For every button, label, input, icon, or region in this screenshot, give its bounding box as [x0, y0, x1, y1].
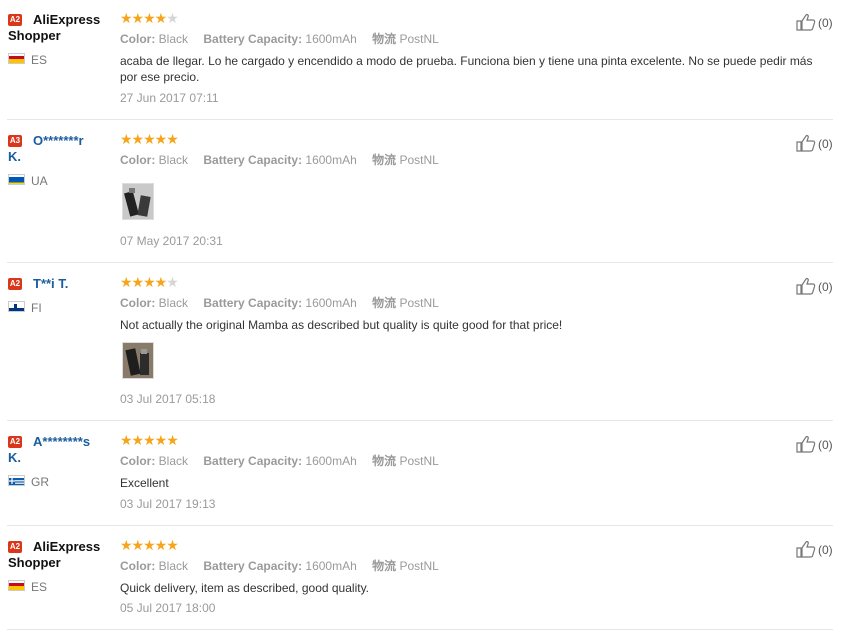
- divider: [7, 629, 833, 630]
- rating-stars: ★★★★★: [120, 10, 179, 26]
- review-date: 03 Jul 2017 05:18: [120, 392, 216, 406]
- helpful-button[interactable]: (0): [796, 134, 833, 152]
- buyer-level-badge: A2: [8, 436, 22, 448]
- buyer-level-badge: A3: [8, 135, 22, 147]
- reviewer-name[interactable]: O*******r: [33, 133, 113, 149]
- rating-stars: ★★★★★: [120, 131, 179, 147]
- reviewer-name[interactable]: A********s: [33, 434, 113, 450]
- thumbs-up-icon: [796, 14, 816, 31]
- review-date: 27 Jun 2017 07:11: [120, 91, 219, 105]
- helpful-button[interactable]: (0): [796, 277, 833, 295]
- review-date: 05 Jul 2017 18:00: [120, 601, 216, 615]
- review-text: Not actually the original Mamba as descr…: [120, 318, 563, 332]
- review-text: Excellent: [120, 476, 169, 490]
- reviewer-name[interactable]: T**i T.: [33, 276, 113, 292]
- divider: [7, 119, 833, 120]
- review-photo-thumbnail[interactable]: [122, 183, 154, 220]
- spain-flag-icon: [8, 580, 25, 591]
- reviewer-name-line2: Shopper: [8, 555, 61, 570]
- helpful-button[interactable]: (0): [796, 13, 833, 31]
- review-date: 07 May 2017 20:31: [120, 234, 223, 248]
- helpful-count: (0): [818, 280, 833, 294]
- reviewer-country: ES: [31, 53, 48, 67]
- spain-flag-icon: [8, 53, 25, 64]
- reviewer-country: GR: [31, 475, 49, 489]
- sku-attributes: Color: Black Battery Capacity: 1600mAh 物…: [120, 559, 439, 573]
- greece-flag-icon: [8, 475, 25, 486]
- reviewer-country: UA: [31, 174, 48, 188]
- helpful-count: (0): [818, 16, 833, 30]
- thumbs-up-icon: [796, 436, 816, 453]
- buyer-level-badge: A2: [8, 14, 22, 26]
- divider: [7, 420, 833, 421]
- sku-attributes: Color: Black Battery Capacity: 1600mAh 物…: [120, 153, 439, 167]
- helpful-button[interactable]: (0): [796, 540, 833, 558]
- buyer-level-badge: A2: [8, 278, 22, 290]
- rating-stars: ★★★★★: [120, 432, 179, 448]
- helpful-count: (0): [818, 137, 833, 151]
- reviewer-name-line2: Shopper: [8, 28, 61, 43]
- sku-attributes: Color: Black Battery Capacity: 1600mAh 物…: [120, 32, 439, 46]
- review-text: acaba de llegar. Lo he cargado y encendi…: [120, 54, 813, 84]
- rating-stars: ★★★★★: [120, 537, 179, 553]
- review-text: Quick delivery, item as described, good …: [120, 581, 370, 595]
- reviewer-name: AliExpress: [33, 12, 101, 27]
- helpful-count: (0): [818, 543, 833, 557]
- sku-attributes: Color: Black Battery Capacity: 1600mAh 物…: [120, 296, 439, 310]
- thumbs-up-icon: [796, 541, 816, 558]
- review-photo-thumbnail[interactable]: [122, 342, 154, 379]
- rating-stars: ★★★★★: [120, 274, 179, 290]
- reviewer-country: ES: [31, 580, 48, 594]
- reviewer-country: FI: [31, 301, 42, 315]
- thumbs-up-icon: [796, 135, 816, 152]
- helpful-button[interactable]: (0): [796, 435, 833, 453]
- reviewer-name-line2[interactable]: K.: [8, 149, 21, 165]
- ukraine-flag-icon: [8, 174, 25, 185]
- thumbs-up-icon: [796, 278, 816, 295]
- finland-flag-icon: [8, 301, 25, 312]
- sku-attributes: Color: Black Battery Capacity: 1600mAh 物…: [120, 454, 439, 468]
- helpful-count: (0): [818, 438, 833, 452]
- reviewer-name-line2[interactable]: K.: [8, 450, 21, 466]
- reviewer-name: AliExpress: [33, 539, 101, 554]
- divider: [7, 525, 833, 526]
- review-date: 03 Jul 2017 19:13: [120, 497, 216, 511]
- buyer-level-badge: A2: [8, 541, 22, 553]
- divider: [7, 262, 833, 263]
